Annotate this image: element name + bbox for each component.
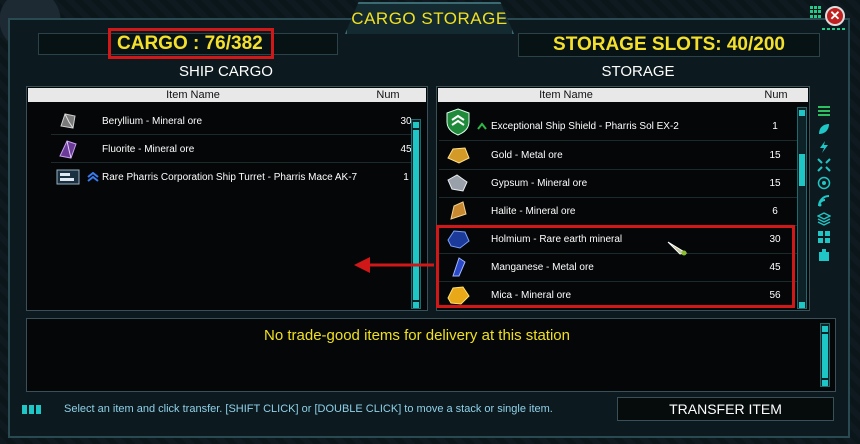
ship-cargo-list: Item Name Num Beryllium - Mineral ore 30…: [26, 86, 428, 311]
list-item[interactable]: Gold - Metal ore 15: [439, 141, 799, 169]
lightning-icon[interactable]: [817, 140, 831, 154]
ship-cargo-scrollbar[interactable]: [411, 119, 421, 309]
transfer-item-button[interactable]: TRANSFER ITEM: [617, 397, 834, 421]
compress-icon[interactable]: [817, 158, 831, 172]
window-dots-icon: [822, 28, 845, 30]
cargo-counter: CARGO : 76/382: [38, 33, 338, 55]
scroll-up-icon[interactable]: [413, 122, 419, 128]
list-all-icon[interactable]: [817, 104, 831, 118]
exceptional-rank-icon: [477, 122, 487, 130]
window-title: CARGO STORAGE: [345, 2, 514, 34]
halite-ore-icon: [450, 201, 467, 220]
list-item[interactable]: Rare Pharris Corporation Ship Turret - P…: [51, 163, 411, 191]
scroll-down-icon[interactable]: [799, 302, 805, 308]
col-item-name[interactable]: Item Name: [438, 89, 694, 101]
gold-ore-icon: [447, 147, 470, 164]
list-item[interactable]: Holmium - Rare earth mineral 30: [439, 225, 799, 253]
storage-list: Item Name Num Exceptional Ship Shield - …: [436, 86, 810, 311]
col-item-name[interactable]: Item Name: [28, 89, 358, 101]
signal-icon[interactable]: [817, 194, 831, 208]
list-item[interactable]: Exceptional Ship Shield - Pharris Sol EX…: [439, 108, 799, 140]
scroll-up-icon[interactable]: [822, 326, 828, 332]
scroll-up-icon[interactable]: [799, 110, 805, 116]
window-grip-icon: [810, 6, 822, 18]
storage-header: Item Name Num: [438, 88, 808, 102]
status-bars-icon: [22, 405, 41, 414]
scroll-down-icon[interactable]: [822, 380, 828, 386]
close-button[interactable]: ✕: [825, 6, 845, 26]
mica-ore-icon: [447, 286, 470, 305]
transfer-direction-arrow-icon: [354, 257, 434, 273]
holmium-mineral-icon: [447, 230, 470, 249]
ship-cargo-title: SHIP CARGO: [179, 63, 273, 80]
col-num[interactable]: Num: [756, 89, 796, 101]
storage-scrollbar[interactable]: [797, 107, 807, 309]
list-item[interactable]: Beryllium - Mineral ore 30: [51, 107, 412, 135]
delivery-message: No trade-good items for delivery at this…: [264, 327, 570, 344]
storage-title: STORAGE: [601, 63, 675, 80]
list-item[interactable]: Halite - Mineral ore 6: [439, 197, 799, 225]
cursor-icon: [667, 241, 688, 256]
delivery-message-panel: No trade-good items for delivery at this…: [26, 318, 836, 392]
manganese-ore-icon: [452, 257, 466, 277]
message-scrollbar[interactable]: [820, 323, 830, 387]
scroll-thumb[interactable]: [822, 334, 828, 378]
list-item[interactable]: Fluorite - Mineral ore 45: [51, 135, 412, 163]
list-item[interactable]: Gypsum - Mineral ore 15: [439, 169, 799, 197]
storage-slots-counter: STORAGE SLOTS: 40/200: [518, 33, 820, 57]
ship-cargo-header: Item Name Num: [28, 88, 426, 102]
scroll-down-icon[interactable]: [413, 302, 419, 308]
grid-icon[interactable]: [817, 230, 831, 244]
leaf-icon[interactable]: [817, 122, 831, 136]
col-num[interactable]: Num: [368, 89, 408, 101]
fluorite-ore-icon: [59, 140, 77, 159]
scroll-thumb[interactable]: [413, 130, 419, 300]
gypsum-ore-icon: [447, 174, 468, 192]
ship-shield-icon: [446, 108, 470, 136]
ship-turret-icon: [56, 169, 80, 185]
storage-filter-bar: [817, 104, 831, 262]
layers-icon[interactable]: [817, 212, 831, 226]
container-icon[interactable]: [817, 248, 831, 262]
target-icon[interactable]: [817, 176, 831, 190]
beryllium-ore-icon: [60, 113, 76, 129]
list-item[interactable]: Mica - Mineral ore 56: [439, 281, 799, 309]
scroll-thumb[interactable]: [799, 154, 805, 186]
list-item[interactable]: Manganese - Metal ore 45: [439, 253, 799, 281]
rare-rank-icon: [87, 172, 99, 182]
status-hint: Select an item and click transfer. [SHIF…: [64, 403, 553, 415]
